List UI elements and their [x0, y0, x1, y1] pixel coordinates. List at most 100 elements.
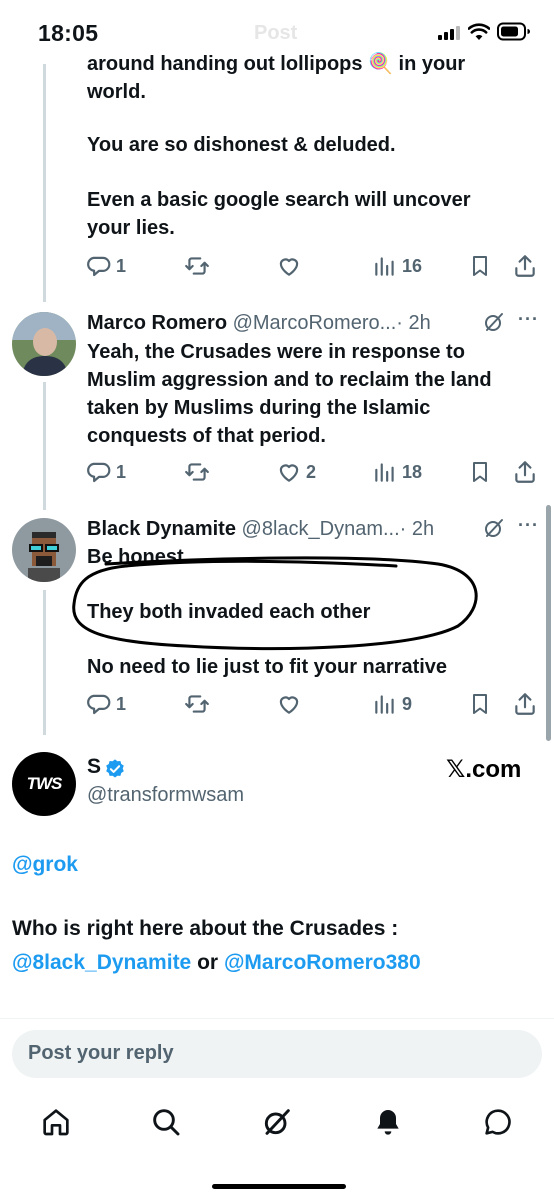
home-icon — [43, 1109, 69, 1136]
share-icon — [515, 461, 535, 483]
share-button[interactable] — [512, 251, 538, 281]
like-button[interactable]: 2 — [276, 457, 316, 487]
tweet-text-line: your lies. — [87, 217, 175, 239]
like-count: 2 — [306, 461, 317, 482]
share-icon — [515, 255, 535, 277]
repost-button[interactable] — [184, 457, 210, 487]
notifications-icon — [377, 1110, 399, 1135]
mention-8lack-dynamite[interactable]: @8lack_Dynamite — [12, 951, 191, 974]
tweet-text-line: world. — [87, 81, 146, 103]
battery-icon — [497, 22, 530, 41]
tweet-text-line: Even a basic google search will uncover — [87, 189, 471, 211]
bookmark-button[interactable] — [468, 251, 492, 281]
grok-icon[interactable] — [482, 516, 506, 540]
tweet-text-line: Muslim aggression and to reclaim the lan… — [87, 369, 492, 391]
bookmark-button[interactable] — [468, 457, 492, 487]
bookmark-icon — [473, 256, 487, 276]
card-question: Who is right here about the Crusades : — [12, 917, 399, 940]
mention-grok[interactable]: @grok — [12, 850, 78, 880]
views-chart-icon — [375, 257, 394, 276]
views-chart-icon — [375, 463, 394, 482]
avatar: TWS — [12, 752, 76, 816]
thread-connector-line — [43, 64, 46, 302]
tab-notifications[interactable] — [370, 1104, 406, 1140]
grok-icon[interactable] — [482, 310, 506, 334]
heart-icon — [279, 464, 299, 482]
repost-button[interactable] — [184, 689, 210, 719]
heart-icon — [279, 258, 299, 276]
repost-icon — [185, 257, 209, 275]
tweet-actions: 1 2 18 — [86, 457, 546, 487]
views-button[interactable]: 16 — [372, 251, 422, 281]
heart-icon — [279, 696, 299, 714]
author-name[interactable]: Marco Romero — [87, 312, 227, 334]
tab-home[interactable] — [38, 1104, 74, 1140]
card-mentions-line: @8lack_Dynamite or @MarcoRomero380 — [12, 948, 421, 978]
cellular-signal-icon — [438, 26, 460, 40]
like-button[interactable] — [276, 251, 302, 281]
reply-icon — [87, 694, 111, 715]
views-count: 9 — [402, 693, 413, 714]
scrollbar[interactable] — [546, 505, 551, 741]
reply-divider — [0, 1018, 554, 1019]
more-options-icon[interactable]: ··· — [518, 309, 539, 330]
repost-icon — [185, 463, 209, 481]
tweet-meta: Black Dynamite @8lack_Dynam...· 2h — [87, 515, 434, 543]
author-name: S — [87, 755, 102, 778]
tab-grok[interactable] — [259, 1104, 295, 1140]
tab-messages[interactable] — [480, 1104, 516, 1140]
avatar-photo — [12, 312, 76, 376]
author-handle: @transformwsam — [87, 784, 244, 806]
reply-count: 1 — [116, 461, 127, 482]
views-count: 18 — [402, 461, 423, 482]
hand-drawn-circle-annotation — [72, 556, 478, 650]
tweet-text-line: No need to lie just to fit your narrativ… — [87, 656, 448, 678]
reply-button[interactable]: 1 — [86, 457, 126, 487]
post-time: · 2h — [399, 518, 435, 540]
reply-button[interactable]: 1 — [86, 689, 126, 719]
like-button[interactable] — [276, 689, 302, 719]
views-chart-icon — [375, 695, 394, 714]
faded-header-title: Post — [254, 22, 298, 44]
home-indicator[interactable] — [212, 1184, 346, 1189]
reply-placeholder: Post your reply — [28, 1042, 174, 1064]
avatar-logo-text: TWS — [26, 774, 63, 793]
author-handle[interactable]: @MarcoRomero... — [233, 312, 397, 334]
reply-count: 1 — [116, 693, 127, 714]
repost-button[interactable] — [184, 251, 210, 281]
tab-search[interactable] — [148, 1104, 184, 1140]
author-handle[interactable]: @8lack_Dynam... — [242, 518, 400, 540]
views-count: 16 — [402, 255, 423, 276]
status-time: 18:05 — [38, 20, 99, 46]
thread-connector-line — [43, 590, 46, 735]
wifi-icon — [468, 23, 490, 40]
tweet-meta: Marco Romero @MarcoRomero...· 2h — [87, 309, 431, 337]
avatar[interactable] — [12, 312, 76, 376]
more-options-icon[interactable]: ··· — [518, 515, 539, 536]
views-button[interactable]: 18 — [372, 457, 422, 487]
tweet-text-line: around handing out lollipops 🍭 in your — [87, 53, 466, 75]
share-button[interactable] — [512, 457, 538, 487]
bookmark-icon — [473, 694, 487, 714]
share-icon — [515, 693, 535, 715]
tweet-actions: 1 16 — [86, 251, 546, 281]
tweet-text-line: Yeah, the Crusades were in response to — [87, 341, 465, 363]
search-icon — [153, 1109, 180, 1136]
verified-badge-icon — [106, 759, 124, 778]
reply-count: 1 — [116, 255, 127, 276]
reply-icon — [87, 462, 111, 483]
x-watermark: 𝕏.com — [446, 756, 522, 783]
author-name[interactable]: Black Dynamite — [87, 518, 236, 540]
bookmark-button[interactable] — [468, 689, 492, 719]
mention-connector: or — [197, 951, 219, 974]
mention-marcoromero380[interactable]: @MarcoRomero380 — [224, 951, 421, 974]
post-time: · 2h — [396, 312, 431, 334]
messages-icon — [485, 1109, 511, 1135]
reply-button[interactable]: 1 — [86, 251, 126, 281]
tweet-actions: 1 9 — [86, 689, 546, 719]
thread-connector-line — [43, 382, 46, 510]
tweet-text-line: You are so dishonest & deluded. — [87, 134, 396, 156]
grok-icon — [264, 1109, 290, 1135]
share-button[interactable] — [512, 689, 538, 719]
views-button[interactable]: 9 — [372, 689, 412, 719]
